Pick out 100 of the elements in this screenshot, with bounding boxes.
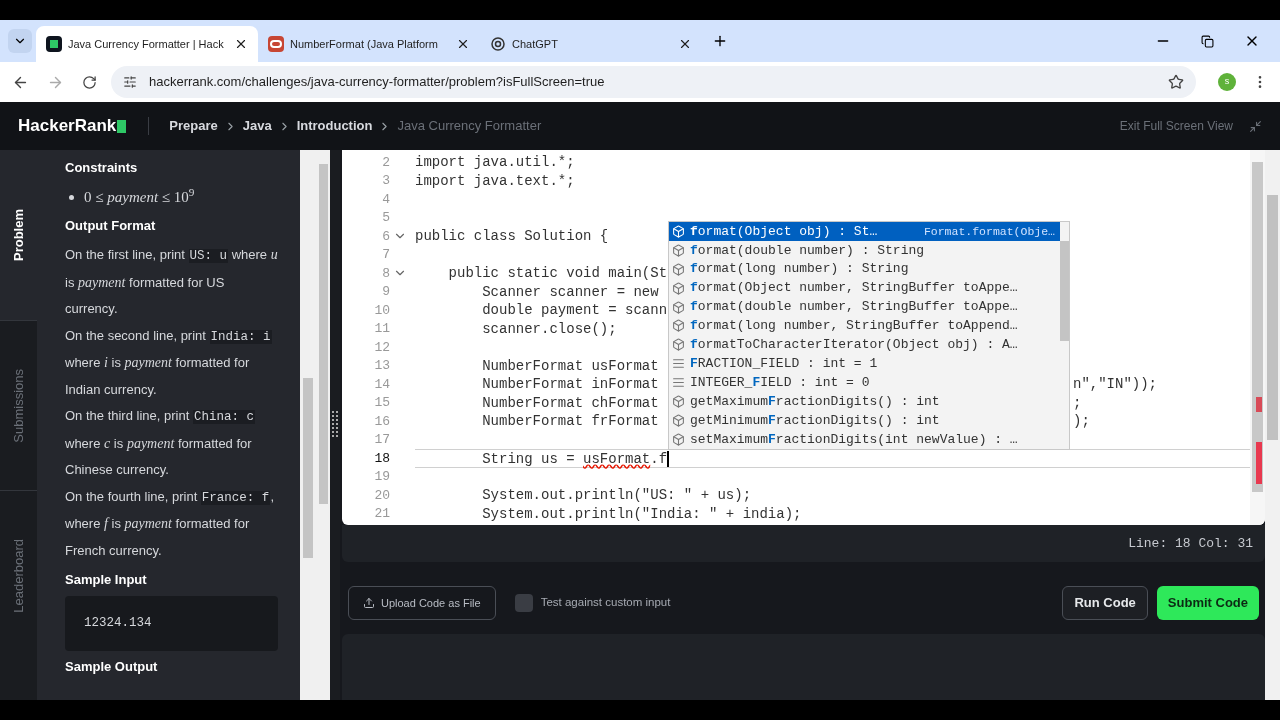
suggestion-label: format(Object number, StringBuffer toAppe… [690, 279, 1018, 298]
code-line: System.out.println("India: " + india); [481, 505, 802, 522]
reload-icon[interactable] [81, 74, 97, 90]
scrollbar-thumb[interactable] [318, 164, 328, 504]
cube-icon [672, 319, 685, 333]
upload-code-button[interactable]: Upload Code as File [348, 586, 496, 620]
code-line: NumberFormat inFormat [481, 376, 659, 392]
breadcrumb-link[interactable]: Prepare [169, 116, 218, 136]
cube-icon [672, 394, 685, 408]
suggestion-label: setMaximumFractionDigits(int newValue) : … [690, 430, 1018, 449]
line-number: 16 [373, 412, 390, 431]
hackerrank-favicon-icon [46, 36, 62, 52]
new-tab-icon[interactable] [712, 33, 728, 49]
cube-icon [672, 413, 685, 427]
suggestion-item[interactable]: getMinimumFractionDigits() : int [669, 410, 1060, 430]
suggestion-item[interactable]: INTEGER_FIELD : int = 0 [669, 373, 1060, 392]
line-number: 14 [373, 375, 390, 394]
line-number: 20 [373, 486, 390, 505]
scrollbar-thumb[interactable] [1252, 162, 1263, 492]
resize-handle-icon[interactable] [332, 411, 338, 439]
suggestion-item[interactable]: format(Object obj) : St… Format.format(Obje… [669, 222, 1060, 241]
close-icon[interactable] [678, 37, 692, 51]
field-icon [672, 357, 685, 371]
browser-tab[interactable]: Java Currency Formatter | Hack [36, 26, 258, 62]
suggestion-label: getMinimumFractionDigits() : int [690, 411, 940, 430]
error-marker [1256, 442, 1262, 484]
hackerrank-logo[interactable]: HackerRank [18, 113, 127, 139]
text-caret [667, 451, 669, 468]
tab-list-button[interactable] [8, 29, 32, 53]
suggestion-label: format(double number, StringBuffer toAppe… [690, 298, 1018, 317]
suggestion-label: format(Object obj) : St… [690, 222, 878, 241]
restore-icon[interactable] [1201, 34, 1214, 48]
url-text: hackerrank.com/challenges/java-currency-formatter/problem?isFullScreen=true [148, 73, 606, 92]
line-number: 12 [373, 338, 390, 357]
constraint-text: 0 ≤ payment ≤ 10$^{9}$ [84, 185, 195, 207]
bookmark-star-icon[interactable] [1168, 74, 1185, 90]
suggestion-item[interactable]: format(double number) : String [669, 240, 1060, 260]
cube-icon [672, 300, 685, 314]
section-heading: Output Format [65, 217, 157, 235]
line-number: 3 [381, 172, 390, 190]
code-line: n","IN")); [1073, 375, 1157, 394]
suggestion-item[interactable]: FRACTION_FIELD : int = 1 [669, 354, 1060, 374]
section-heading: Sample Output [65, 657, 159, 676]
line-number: 15 [373, 394, 390, 412]
breadcrumb-link[interactable]: Introduction [296, 116, 373, 136]
breadcrumb-link[interactable]: Java Currency Formatter [397, 116, 542, 136]
line-number: 7 [381, 246, 390, 264]
code-line: NumberFormat frFormat [481, 413, 659, 429]
scrollbar-thumb[interactable] [303, 378, 313, 558]
code-line: NumberFormat usFormat [481, 357, 659, 374]
run-code-button[interactable]: Run Code [1062, 586, 1148, 620]
line-number: 11 [373, 320, 390, 338]
line-number: 5 [381, 209, 390, 227]
site-info-icon[interactable] [122, 75, 137, 89]
suggestion-label: format(long number) : String [690, 260, 909, 279]
paragraph: On the first line, print US: u where u is payment formatted for US currency. [65, 246, 278, 318]
custom-input-checkbox[interactable] [514, 594, 533, 612]
side-tab[interactable]: Problem [0, 150, 37, 320]
line-number: 9 [381, 283, 390, 301]
submit-code-button[interactable]: Submit Code [1156, 586, 1259, 620]
code-line: NumberFormat chFormat [481, 394, 659, 411]
browser-tab[interactable]: NumberFormat (Java Platform [258, 26, 480, 62]
code-line: scanner.close(); [481, 320, 617, 337]
code-line: ); [1073, 412, 1090, 431]
suggestion-label: getMaximumFractionDigits() : int [690, 392, 940, 411]
line-number: 19 [373, 468, 390, 486]
breadcrumb-link[interactable]: Java [242, 116, 272, 136]
paragraph: On the fourth line, print France: f, where f is payment formatted for French currency. [65, 487, 275, 560]
url-field[interactable]: hackerrank.com/challenges/java-currency-formatter/problem?isFullScreen=true [110, 66, 1197, 98]
tab-title: Java Currency Formatter | Hack [68, 37, 224, 50]
exit-full-screen-link[interactable]: Exit Full Screen View [1119, 117, 1233, 135]
code-line: double payment = scann [481, 302, 668, 318]
code-line: public class Solution { [415, 228, 609, 244]
cube-icon [672, 432, 685, 446]
code-line: ; [1073, 393, 1082, 412]
suggestion-detail: Format.format(Obje… [923, 223, 1056, 240]
upload-icon [363, 597, 375, 609]
suggestion-item[interactable]: formatToCharacterIterator(Object obj) : A… [669, 335, 1060, 355]
scrollbar-thumb[interactable] [1267, 195, 1278, 440]
line-number: 10 [373, 301, 390, 320]
suggestion-item[interactable]: format(long number) : String [669, 259, 1060, 279]
line-number: 21 [373, 505, 390, 523]
code-line: Scanner scanner = new [481, 283, 659, 300]
scrollbar-thumb[interactable] [1060, 241, 1069, 341]
browser-tab[interactable]: ChatGPT [480, 26, 702, 62]
close-icon[interactable] [456, 37, 470, 51]
suggestion-label: format(double number) : String [690, 241, 925, 260]
code-line: import java.util.*; [415, 154, 575, 170]
suggestion-item[interactable]: getMaximumFractionDigits() : int [669, 392, 1060, 411]
suggestion-label: FRACTION_FIELD : int = 1 [690, 354, 878, 373]
cursor-position: Line: 18 Col: 31 [1128, 534, 1253, 553]
suggestion-item[interactable]: format(double number, StringBuffer toAppe… [669, 297, 1060, 317]
close-icon[interactable] [234, 37, 248, 51]
suggestion-item[interactable]: format(long number, StringBuffer toAppend… [669, 316, 1060, 336]
minimize-arrows-icon[interactable] [1249, 119, 1262, 133]
suggestion-item[interactable]: format(Object number, StringBuffer toAppe… [669, 278, 1060, 298]
code-line: System.out.println("US: " + us); [481, 487, 752, 503]
suggestion-item[interactable]: setMaximumFractionDigits(int newValue) : … [669, 429, 1060, 449]
line-number: 6 [381, 227, 390, 246]
cube-icon [672, 243, 685, 257]
